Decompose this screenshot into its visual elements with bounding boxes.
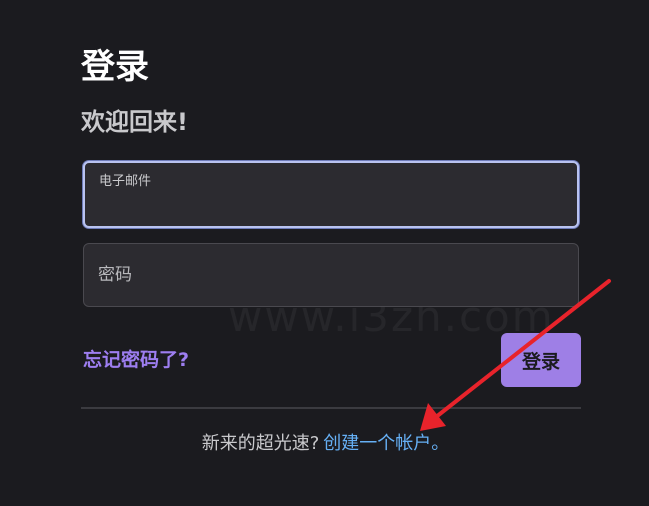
login-page: www.i3zh.com 登录 欢迎回来! 电子邮件 忘记密码了? 登录 新来的… <box>0 0 649 506</box>
signup-prompt: 新来的超光速? <box>201 433 320 454</box>
email-field[interactable]: 电子邮件 <box>83 161 579 228</box>
page-title: 登录 <box>81 47 149 87</box>
password-input[interactable] <box>98 262 564 288</box>
password-field[interactable] <box>83 243 579 307</box>
create-account-link[interactable]: 创建一个帐户 <box>323 433 431 454</box>
signup-suffix: 。 <box>431 433 450 454</box>
signup-row: 新来的超光速? 创建一个帐户。 <box>0 431 649 457</box>
email-input[interactable] <box>99 194 563 218</box>
forgot-password-link[interactable]: 忘记密码了? <box>83 347 189 373</box>
login-button[interactable]: 登录 <box>501 333 581 387</box>
email-label: 电子邮件 <box>99 174 152 189</box>
welcome-subtitle: 欢迎回来! <box>81 108 188 136</box>
divider <box>81 407 581 409</box>
